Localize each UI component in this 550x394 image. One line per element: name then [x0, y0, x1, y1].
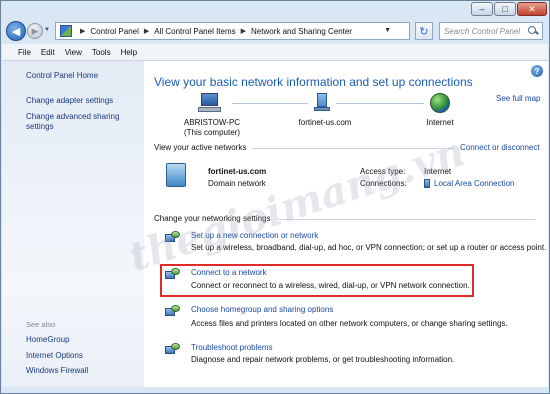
refresh-icon: ↻: [419, 25, 429, 38]
minimize-button[interactable]: –: [471, 2, 493, 16]
sidebar-control-panel-home[interactable]: Control Panel Home: [26, 71, 98, 81]
maximize-button[interactable]: □: [494, 2, 516, 16]
sidebar-change-advanced-sharing[interactable]: Change advanced sharing settings: [26, 112, 130, 132]
local-area-connection-link[interactable]: Local Area Connection: [434, 179, 515, 188]
sidebar-homegroup[interactable]: HomeGroup: [26, 335, 70, 345]
network-icon-box: [317, 93, 327, 107]
task-setup-connection-link[interactable]: Set up a new connection or network: [191, 231, 318, 240]
chevron-right-icon[interactable]: ▶: [144, 27, 149, 35]
task-connect-network-desc: Connect or reconnect to a wireless, wire…: [191, 281, 470, 290]
computer-icon: [198, 93, 222, 113]
help-icon[interactable]: ?: [531, 65, 543, 77]
back-button[interactable]: ◀: [6, 21, 26, 41]
monitor-base: [198, 107, 221, 112]
network-icon: [314, 93, 330, 113]
active-networks-heading: View your active networks: [154, 143, 247, 152]
task-homegroup-link[interactable]: Choose homegroup and sharing options: [191, 305, 333, 314]
map-connector: [336, 103, 424, 104]
sidebar: Control Panel Home Change adapter settin…: [2, 61, 144, 387]
forward-arrow-icon: ▶: [31, 25, 39, 36]
chevron-right-icon[interactable]: ▶: [80, 27, 85, 35]
menu-edit[interactable]: Edit: [36, 48, 60, 57]
see-full-map-link[interactable]: See full map: [496, 94, 540, 103]
connections-label: Connections:: [360, 179, 407, 188]
sidebar-change-adapter-settings[interactable]: Change adapter settings: [26, 96, 113, 106]
divider: [252, 148, 454, 149]
lan-connection-icon: [424, 179, 430, 188]
chevron-right-icon[interactable]: ▶: [241, 27, 246, 35]
forward-button[interactable]: ▶: [27, 23, 43, 39]
control-panel-icon: [60, 25, 72, 37]
connect-or-disconnect-link[interactable]: Connect or disconnect: [460, 143, 540, 152]
internet-globe-icon: [430, 93, 450, 113]
window: – □ ✕ ◀ ▶ ▼ ▶ Control Panel ▶ All Contro…: [0, 0, 550, 394]
address-bar[interactable]: ▶ Control Panel ▶ All Control Panel Item…: [55, 22, 410, 40]
task-connect-network-link[interactable]: Connect to a network: [191, 268, 267, 277]
menu-view[interactable]: View: [60, 48, 87, 57]
address-dropdown-icon[interactable]: ▼: [384, 27, 391, 34]
search-icon[interactable]: [527, 25, 539, 37]
connect-network-icon: [165, 268, 181, 282]
homegroup-icon: [165, 305, 181, 319]
troubleshoot-icon: [165, 343, 181, 357]
menu-file[interactable]: File: [2, 48, 36, 57]
active-network-icon: [166, 163, 186, 187]
recent-pages-dropdown-icon[interactable]: ▼: [44, 27, 52, 35]
active-network-name: fortinet-us.com: [208, 167, 267, 176]
menu-help[interactable]: Help: [116, 48, 142, 57]
map-computer-sub: (This computer): [183, 128, 240, 137]
access-type-label: Access type:: [360, 167, 406, 176]
task-homegroup-desc: Access files and printers located on oth…: [191, 319, 508, 328]
connections-value[interactable]: Local Area Connection: [424, 179, 515, 188]
back-arrow-icon: ◀: [11, 25, 21, 38]
menu-bar: File Edit View Tools Help: [2, 44, 548, 61]
breadcrumb-all-items[interactable]: All Control Panel Items: [154, 27, 235, 36]
icon-part: [171, 231, 180, 238]
map-computer-name: ABRISTOW-PC: [183, 118, 241, 127]
divider: [278, 219, 536, 220]
icon-part: [171, 268, 180, 275]
change-settings-heading: Change your networking settings: [154, 214, 271, 223]
monitor-screen: [201, 93, 218, 106]
icon-part: [171, 343, 180, 350]
close-button[interactable]: ✕: [517, 2, 547, 16]
breadcrumb-control-panel[interactable]: Control Panel: [90, 27, 138, 36]
menu-tools[interactable]: Tools: [87, 48, 116, 57]
task-setup-connection-desc: Set up a wireless, broadband, dial-up, a…: [191, 243, 547, 252]
task-troubleshoot-link[interactable]: Troubleshoot problems: [191, 343, 273, 352]
breadcrumb-network-sharing[interactable]: Network and Sharing Center: [251, 27, 352, 36]
map-internet: Internet: [426, 118, 454, 127]
refresh-button[interactable]: ↻: [415, 22, 433, 40]
see-also-heading: See also: [26, 320, 56, 329]
icon-part: [171, 305, 180, 312]
access-type-value: Internet: [424, 167, 452, 176]
network-icon-foot: [314, 107, 330, 111]
task-troubleshoot-desc: Diagnose and repair network problems, or…: [191, 355, 455, 364]
active-network-category[interactable]: Domain network: [208, 179, 266, 188]
search-input[interactable]: Search Control Panel: [444, 27, 527, 36]
sidebar-internet-options[interactable]: Internet Options: [26, 351, 83, 361]
address-row: ◀ ▶ ▼ ▶ Control Panel ▶ All Control Pane…: [1, 18, 549, 44]
sidebar-windows-firewall[interactable]: Windows Firewall: [26, 366, 88, 376]
map-connector: [232, 103, 308, 104]
page-title: View your basic network information and …: [154, 75, 473, 89]
new-connection-icon: [165, 231, 181, 245]
content-area: Control Panel Home Change adapter settin…: [2, 61, 548, 387]
search-box[interactable]: Search Control Panel: [439, 22, 543, 40]
map-network-name: fortinet-us.com: [298, 118, 352, 127]
